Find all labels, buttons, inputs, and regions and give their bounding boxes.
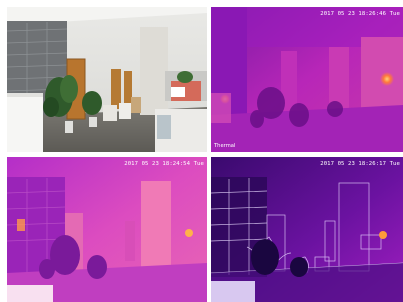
thermal-panel: 2017 05 23 18:26:46 Tue Thermal xyxy=(211,7,403,152)
timestamp-overlay: 2017 05 23 18:24:54 Tue xyxy=(124,161,204,167)
visible-light-panel xyxy=(7,7,207,152)
edge-fusion-office-scene xyxy=(211,157,403,302)
thermal-label: Thermal xyxy=(214,143,236,149)
thermal-office-scene xyxy=(211,7,403,152)
fusion-office-scene xyxy=(7,157,207,302)
edge-fusion-panel: 2017 05 23 18:26:17 Tue xyxy=(211,157,403,302)
timestamp-overlay: 2017 05 23 18:26:17 Tue xyxy=(320,161,400,167)
timestamp-overlay: 2017 05 23 18:26:46 Tue xyxy=(320,11,400,17)
fusion-panel: 2017 05 23 18:24:54 Tue xyxy=(7,157,207,302)
visible-office-scene xyxy=(7,7,207,152)
